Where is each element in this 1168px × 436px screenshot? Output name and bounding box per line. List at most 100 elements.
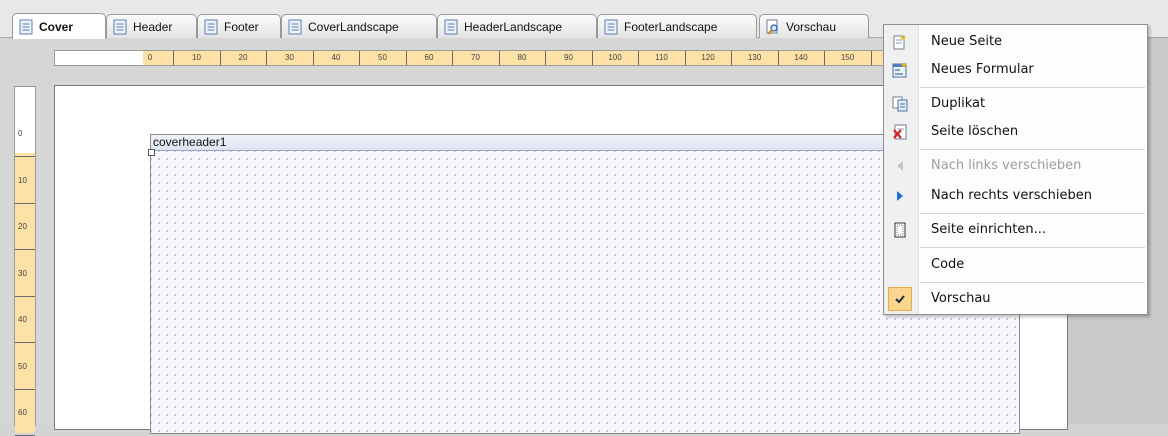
- vertical-ruler: 0 10 20 30 40 50 60: [14, 86, 36, 436]
- menu-item-vorschau[interactable]: Vorschau: [884, 285, 1147, 313]
- menu-item-label: Neues Formular: [931, 62, 1034, 77]
- arrow-left-icon: [897, 161, 903, 171]
- menu-item-neues-formular[interactable]: Neues Formular: [884, 56, 1147, 84]
- menu-item-label: Seite löschen: [931, 124, 1019, 139]
- menu-item-label: Nach links verschieben: [931, 158, 1082, 173]
- ruler-number: 90: [564, 53, 573, 62]
- menu-item-label: Seite einrichten...: [931, 222, 1047, 237]
- menu-separator: [920, 247, 1145, 248]
- ruler-tick: [15, 295, 35, 297]
- ruler-tick: [15, 249, 35, 251]
- ruler-number: 0: [18, 129, 23, 138]
- ruler-number: 10: [18, 175, 27, 185]
- tab-label: Vorschau: [786, 19, 837, 34]
- ruler-tick: [824, 51, 826, 65]
- duplicate-icon: [892, 96, 908, 112]
- menu-item-label: Nach rechts verschieben: [931, 188, 1092, 203]
- tab-footerlandscape[interactable]: FooterLandscape: [597, 14, 757, 38]
- tab-label: CoverLandscape: [308, 19, 399, 34]
- ruler-number: 40: [18, 315, 27, 324]
- ruler-tick: [359, 51, 361, 65]
- tab-cover[interactable]: Cover: [12, 13, 106, 39]
- ruler-tick: [173, 51, 175, 65]
- ruler-tick: [15, 156, 35, 158]
- tab-label: Header: [133, 19, 173, 34]
- ruler-number: 130: [747, 53, 762, 62]
- ruler-tick: [731, 51, 733, 65]
- ruler-number: 50: [18, 361, 27, 371]
- document-icon: [19, 19, 33, 34]
- ruler-number: 140: [794, 53, 808, 62]
- ruler-highlight: [15, 153, 35, 433]
- ruler-tick: [684, 51, 686, 65]
- menu-item-neue-seite[interactable]: Neue Seite: [884, 28, 1147, 56]
- ruler-number: 60: [424, 53, 434, 62]
- tab-label: Footer: [224, 19, 259, 34]
- menu-separator: [920, 282, 1145, 283]
- ruler-tick: [777, 51, 779, 65]
- preview-magnifier-icon: [766, 19, 778, 35]
- ruler-tick: [15, 342, 35, 344]
- resize-handle[interactable]: [148, 149, 155, 156]
- menu-item-seite-loeschen[interactable]: Seite löschen: [884, 118, 1147, 146]
- tab-label: HeaderLandscape: [464, 19, 563, 34]
- tab-label: FooterLandscape: [624, 19, 718, 34]
- new-page-icon: [893, 35, 906, 50]
- ruler-number: 150: [840, 53, 855, 62]
- ruler-tick: [870, 51, 872, 65]
- page-setup-icon: [894, 222, 906, 238]
- ruler-tick: [15, 202, 35, 204]
- ruler-number: 80: [517, 53, 527, 62]
- ruler-number: 0: [147, 53, 153, 62]
- menu-item-label: Neue Seite: [931, 34, 1003, 49]
- menu-item-nach-rechts-verschieben[interactable]: Nach rechts verschieben: [884, 182, 1147, 210]
- ruler-number: 100: [608, 53, 622, 62]
- document-icon: [604, 19, 618, 34]
- ruler-tick: [638, 51, 640, 65]
- ruler-number: 20: [238, 53, 248, 62]
- document-icon: [444, 19, 458, 34]
- ruler-number: 50: [378, 53, 387, 62]
- menu-item-seite-einrichten[interactable]: Seite einrichten...: [884, 216, 1147, 244]
- tab-footer[interactable]: Footer: [197, 14, 281, 38]
- ruler-number: 10: [192, 53, 201, 62]
- menu-item-label: Vorschau: [931, 291, 991, 306]
- menu-item-label: Duplikat: [931, 96, 986, 111]
- ruler-tick: [545, 51, 547, 65]
- ruler-number: 70: [471, 53, 480, 62]
- menu-item-label: Code: [931, 257, 965, 272]
- ruler-number: 110: [655, 53, 668, 62]
- ruler-number: 40: [331, 53, 341, 62]
- tab-coverlandscape[interactable]: CoverLandscape: [281, 14, 437, 38]
- ruler-tick: [219, 51, 221, 65]
- menu-item-duplikat[interactable]: Duplikat: [884, 90, 1147, 118]
- tab-headerlandscape[interactable]: HeaderLandscape: [437, 14, 597, 38]
- ruler-tick: [312, 51, 314, 65]
- ruler-tick: [591, 51, 593, 65]
- tab-context-menu: Neue Seite Neues Formular Duplikat Seite…: [883, 24, 1148, 315]
- ruler-number: 120: [701, 53, 715, 62]
- ruler-number: 60: [18, 408, 27, 417]
- menu-item-code[interactable]: Code: [884, 251, 1147, 279]
- tab-vorschau[interactable]: Vorschau: [759, 14, 869, 38]
- tab-label: Cover: [39, 19, 74, 34]
- document-icon: [288, 19, 302, 34]
- new-form-icon: [892, 62, 907, 78]
- ruler-tick: [15, 388, 35, 390]
- ruler-number: 30: [285, 53, 294, 62]
- ruler-tick: [266, 51, 268, 65]
- ruler-number: 20: [18, 222, 27, 231]
- ruler-tick: [498, 51, 500, 65]
- menu-separator: [920, 87, 1145, 88]
- document-icon: [204, 19, 218, 34]
- menu-separator: [920, 213, 1145, 214]
- ruler-tick: [405, 51, 407, 65]
- menu-separator: [920, 149, 1145, 150]
- tab-header[interactable]: Header: [106, 14, 197, 38]
- document-icon: [113, 19, 127, 34]
- delete-page-icon: [893, 124, 907, 140]
- ruler-number: 30: [18, 268, 27, 278]
- arrow-right-icon: [897, 191, 903, 201]
- checkmark-icon: [895, 295, 905, 304]
- menu-item-nach-links-verschieben[interactable]: Nach links verschieben: [884, 152, 1147, 180]
